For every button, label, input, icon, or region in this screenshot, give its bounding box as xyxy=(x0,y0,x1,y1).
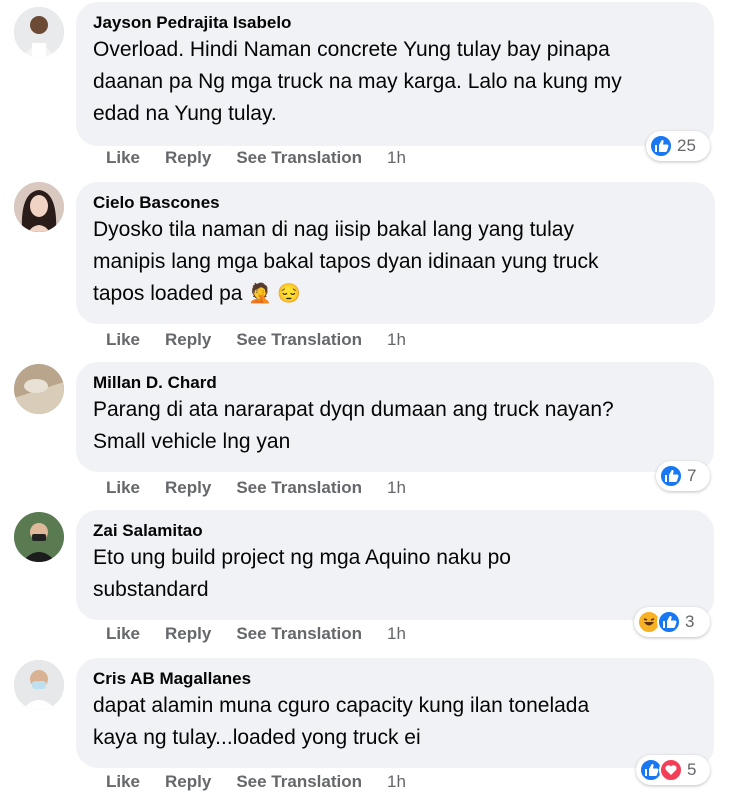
reaction-count: 7 xyxy=(687,466,697,485)
see-translation-button[interactable]: See Translation xyxy=(236,772,362,791)
comment-text: Overload. Hindi Naman concrete Yung tula… xyxy=(93,38,622,125)
reply-button[interactable]: Reply xyxy=(165,624,211,643)
timestamp[interactable]: 1h xyxy=(387,624,406,643)
comment-actions: Like Reply See Translation 1h xyxy=(106,622,431,646)
reaction-count: 25 xyxy=(677,136,696,155)
comment-text-body: Dyosko tila naman di nag iisip bakal lan… xyxy=(93,218,599,305)
like-button[interactable]: Like xyxy=(106,624,140,643)
comment-bubble: Cielo Bascones Dyosko tila naman di nag … xyxy=(76,182,715,324)
comment-text: dapat alamin muna cguro capacity kung il… xyxy=(93,694,590,749)
comment-text: Dyosko tila naman di nag iisip bakal lan… xyxy=(93,214,699,310)
timestamp[interactable]: 1h xyxy=(387,330,406,349)
comment-author[interactable]: Jayson Pedrajita Isabelo xyxy=(93,12,698,34)
comment-bubble: Cris AB Magallanes dapat alamin muna cgu… xyxy=(76,658,714,768)
comment-author[interactable]: Zai Salamitao xyxy=(93,520,698,542)
comment-text: Eto ung build project ng mga Aquino naku… xyxy=(93,546,511,601)
comment-author[interactable]: Cris AB Magallanes xyxy=(93,668,698,690)
reply-button[interactable]: Reply xyxy=(165,330,211,349)
avatar-image xyxy=(14,182,64,232)
avatar-image xyxy=(14,660,64,710)
see-translation-button[interactable]: See Translation xyxy=(236,624,362,643)
reply-button[interactable]: Reply xyxy=(165,148,211,167)
comment-actions: Like Reply See Translation 1h xyxy=(106,328,431,352)
reaction-summary[interactable]: 3 xyxy=(634,607,710,637)
reply-button[interactable]: Reply xyxy=(165,478,211,497)
avatar[interactable] xyxy=(14,182,64,232)
avatar-image xyxy=(14,364,64,414)
see-translation-button[interactable]: See Translation xyxy=(236,330,362,349)
comment-bubble: Zai Salamitao Eto ung build project ng m… xyxy=(76,510,714,620)
like-button[interactable]: Like xyxy=(106,330,140,349)
reaction-summary[interactable]: 7 xyxy=(656,461,710,491)
comment-bubble: Jayson Pedrajita Isabelo Overload. Hindi… xyxy=(76,2,714,146)
comment-text: Parang di ata nararapat dyqn dumaan ang … xyxy=(93,398,614,453)
see-translation-button[interactable]: See Translation xyxy=(236,148,362,167)
reaction-count: 3 xyxy=(685,612,695,631)
reaction-summary[interactable]: 25 xyxy=(646,131,710,161)
comment-bubble: Millan D. Chard Parang di ata nararapat … xyxy=(76,362,714,472)
emoji-facepalm-pensive: 🤦 😔 xyxy=(248,283,301,305)
avatar[interactable] xyxy=(14,364,64,414)
like-icon xyxy=(649,134,673,158)
like-button[interactable]: Like xyxy=(106,148,140,167)
see-translation-button[interactable]: See Translation xyxy=(236,478,362,497)
timestamp[interactable]: 1h xyxy=(387,148,406,167)
reply-button[interactable]: Reply xyxy=(165,772,211,791)
avatar[interactable] xyxy=(14,7,64,57)
avatar[interactable] xyxy=(14,512,64,562)
like-button[interactable]: Like xyxy=(106,772,140,791)
comment-actions: Like Reply See Translation 1h xyxy=(106,146,431,170)
timestamp[interactable]: 1h xyxy=(387,478,406,497)
like-icon xyxy=(659,464,683,488)
love-icon xyxy=(659,758,683,782)
comment-author[interactable]: Cielo Bascones xyxy=(93,192,699,214)
comment-author[interactable]: Millan D. Chard xyxy=(93,372,698,394)
reaction-summary[interactable]: 5 xyxy=(636,755,710,785)
like-icon xyxy=(657,610,681,634)
comment-actions: Like Reply See Translation 1h xyxy=(106,770,431,794)
comment-actions: Like Reply See Translation 1h xyxy=(106,476,431,500)
timestamp[interactable]: 1h xyxy=(387,772,406,791)
avatar-image xyxy=(14,7,64,57)
avatar-image xyxy=(14,512,64,562)
reaction-count: 5 xyxy=(687,760,697,779)
like-button[interactable]: Like xyxy=(106,478,140,497)
avatar[interactable] xyxy=(14,660,64,710)
